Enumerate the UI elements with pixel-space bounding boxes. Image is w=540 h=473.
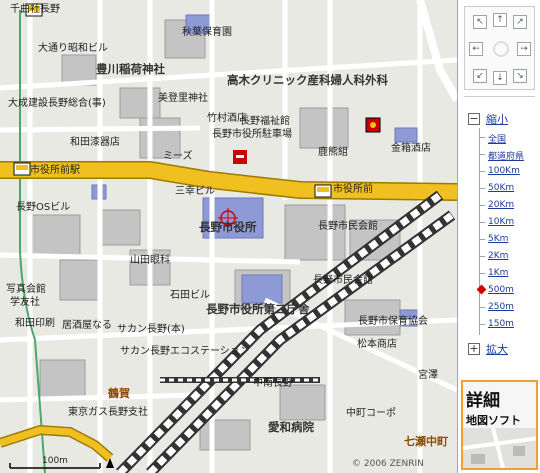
map-label: 鹿熊組 xyxy=(318,147,348,158)
map-label: 長野OSビル xyxy=(16,202,71,213)
map-label: 宮澤 xyxy=(418,370,438,381)
zoom-level-link[interactable]: 100Km xyxy=(488,166,520,176)
map-label: 市役所前駅 xyxy=(30,165,80,176)
map-label: 高木クリニック産科婦人科外科 xyxy=(227,73,388,87)
map-label: 和田印刷 xyxy=(15,318,55,329)
ne-arrow-button[interactable]: ↗ xyxy=(513,15,527,29)
zoom-out-icon[interactable]: − xyxy=(468,113,480,125)
selected-zoom-marker-icon xyxy=(476,284,487,295)
map-label: 三幸ビル xyxy=(175,186,215,197)
map-label: 長野市保育協会 xyxy=(358,316,428,327)
s-arrow-button[interactable]: ↓ xyxy=(493,71,507,85)
divider xyxy=(464,96,535,97)
zoom-tick xyxy=(480,137,485,138)
map-label: 松本商店 xyxy=(357,339,397,350)
map-label: 大成建設長野総合(事) xyxy=(8,98,106,109)
map-label: 長野福祉館 xyxy=(240,116,290,127)
ad-banner[interactable]: 詳細 地図ソフト xyxy=(461,380,538,470)
map-label: 長野市役所 xyxy=(199,220,257,234)
map-label: 秋葉保育園 xyxy=(182,27,232,38)
map-label: 千曲社長野 xyxy=(10,4,60,15)
map-label: 愛和病院 xyxy=(268,420,314,434)
w-arrow-button[interactable]: ← xyxy=(469,42,483,56)
map-label: 豊川稲荷神社 xyxy=(96,62,165,76)
zoom-tick xyxy=(480,324,485,325)
zoom-tick xyxy=(480,273,485,274)
map-label: ミーズ xyxy=(163,151,193,162)
map-label: 長野市民会館 xyxy=(313,275,373,286)
zoom-tick xyxy=(480,154,485,155)
zoom-in-link[interactable]: 拡大 xyxy=(486,341,508,357)
map-label: 石田ビル xyxy=(170,290,210,301)
copyright-text: © 2006 ZENRIN xyxy=(352,459,424,469)
nw-arrow-button[interactable]: ↖ xyxy=(473,15,487,29)
zoom-tick xyxy=(480,171,485,172)
map-label: 金箱酒店 xyxy=(391,143,431,154)
map-label: サカン長野(本) xyxy=(117,324,185,335)
ad-title: 詳細 xyxy=(466,391,500,411)
map-label: 東京ガス長野支社 xyxy=(68,407,148,418)
map-graphics xyxy=(0,0,457,473)
se-arrow-button[interactable]: ↘ xyxy=(513,69,527,83)
map-label: 鶴賀 xyxy=(108,387,130,400)
zoom-tick xyxy=(480,239,485,240)
map-label: 七瀬中町 xyxy=(404,435,448,448)
map-label: 和田漆器店 xyxy=(70,137,120,148)
direction-pad: ↖ ↑ ↗ ← → ↙ ↓ ↘ xyxy=(464,6,535,90)
zoom-tick xyxy=(480,222,485,223)
map-label: 長野市役所駐車場 xyxy=(212,129,292,140)
zoom-level-link[interactable]: 10Km xyxy=(488,217,514,227)
map-label: 山田眼科 xyxy=(130,255,170,266)
center-icon xyxy=(493,41,509,57)
map-label: 中町コーポ xyxy=(346,408,396,419)
map-label: 学友社 xyxy=(10,297,40,308)
zoom-tick xyxy=(480,188,485,189)
n-arrow-button[interactable]: ↑ xyxy=(493,13,507,27)
map-area[interactable]: 千曲社長野秋葉保育園大通り昭和ビル豊川稲荷神社高木クリニック産科婦人科外科大成建… xyxy=(0,0,457,473)
zoom-level-link[interactable]: 1Km xyxy=(488,268,508,278)
zoom-tick xyxy=(480,307,485,308)
e-arrow-button[interactable]: → xyxy=(517,42,531,56)
ad-map-thumbnail xyxy=(463,428,536,468)
ad-subtitle: 地図ソフト xyxy=(466,414,521,427)
zoom-out-link[interactable]: 縮小 xyxy=(486,111,508,127)
map-label: 竹村酒店 xyxy=(207,113,247,124)
zoom-level-link[interactable]: 500m xyxy=(476,284,514,295)
map-label: 居酒屋なる xyxy=(62,320,112,331)
scale-label: 100m xyxy=(42,456,68,466)
zoom-level-link[interactable]: 250m xyxy=(488,302,514,312)
zoom-level-link[interactable]: 都道府県 xyxy=(488,149,524,162)
zoom-level-list: 全国都道府県 100Km 50Km 20Km 10Km 5Km 2Km 1Km 500m 250m… xyxy=(476,128,537,335)
map-label: 大通り昭和ビル xyxy=(38,43,108,54)
zoom-level-link[interactable]: 全国 xyxy=(488,132,506,145)
map-label: 美登里神社 xyxy=(158,93,208,104)
zoom-level-link[interactable]: 50Km xyxy=(488,183,514,193)
zoom-level-link[interactable]: 5Km xyxy=(488,234,508,244)
map-label: 中南長野 xyxy=(253,378,293,389)
zoom-level-link[interactable]: 20Km xyxy=(488,200,514,210)
map-label: 長野市役所第二庁舎 xyxy=(206,302,310,316)
zoom-tick xyxy=(480,205,485,206)
sw-arrow-button[interactable]: ↙ xyxy=(473,69,487,83)
map-label: 市役所前 xyxy=(333,184,373,195)
map-label: サカン長野エコステーション xyxy=(120,346,250,357)
zoom-tick xyxy=(480,256,485,257)
zoom-level-link[interactable]: 2Km xyxy=(488,251,508,261)
map-label: 長野市民会館 xyxy=(318,221,378,232)
zoom-in-icon[interactable]: + xyxy=(468,343,480,355)
control-panel: ↖ ↑ ↗ ← → ↙ ↓ ↘ − 縮小 全国都道府県 100Km 50Km 20Km… xyxy=(457,0,540,473)
zoom-level-link[interactable]: 150m xyxy=(488,319,514,329)
map-label: 写真会館 xyxy=(6,284,46,295)
